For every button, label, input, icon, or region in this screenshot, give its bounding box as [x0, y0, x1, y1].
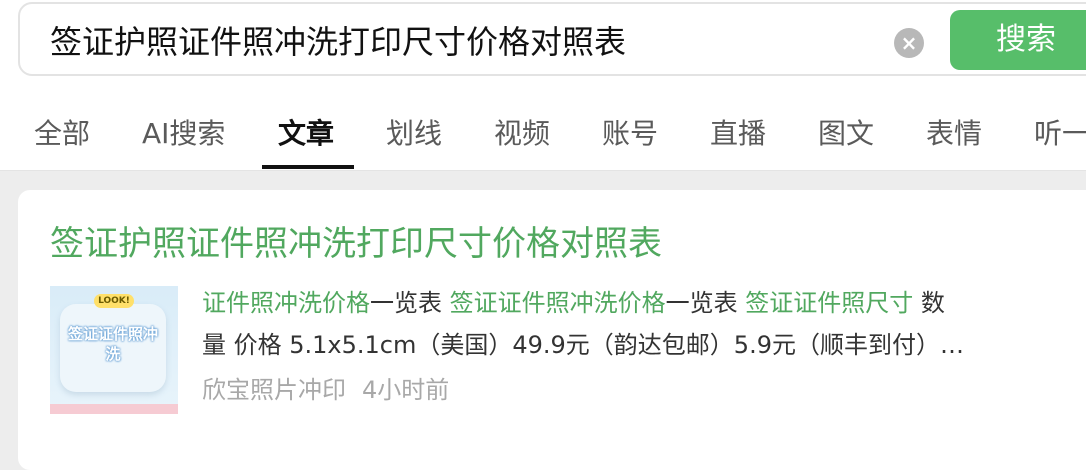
thumbnail-tag: LOOK! — [94, 294, 134, 308]
tab-all[interactable]: 全部 — [34, 114, 90, 154]
snippet-text: 一览表 — [370, 289, 450, 317]
tab-articles[interactable]: 文章 — [278, 114, 334, 154]
snippet-text: 一览表 — [665, 289, 746, 317]
tab-listen[interactable]: 听一 — [1034, 114, 1086, 154]
snippet-highlight: 签证证件照冲洗价格 — [449, 289, 666, 317]
search-header: × 搜索 — [0, 0, 1086, 96]
search-button[interactable]: 搜索 — [950, 10, 1086, 70]
snippet-line-1: 证件照冲洗价格一览表 签证证件照冲洗价格一览表 签证证件照尺寸 数 — [202, 282, 1062, 324]
active-tab-indicator — [262, 165, 354, 169]
tab-videos[interactable]: 视频 — [494, 114, 550, 154]
snippet-highlight: 签证证件照尺寸 — [745, 289, 914, 317]
result-card[interactable]: 签证护照证件照冲洗打印尺寸价格对照表 签证证件照冲洗 LOOK! 证件照冲洗价格… — [18, 190, 1086, 470]
snippet-highlight: 证件照冲洗价格 — [202, 289, 370, 317]
tab-image-text[interactable]: 图文 — [818, 114, 874, 154]
result-title[interactable]: 签证护照证件照冲洗打印尺寸价格对照表 — [50, 222, 662, 266]
result-snippet: 证件照冲洗价格一览表 签证证件照冲洗价格一览表 签证证件照尺寸 数 量 价格 5… — [202, 282, 1062, 366]
tab-ai-search[interactable]: AI搜索 — [142, 114, 225, 154]
snippet-line-2: 量 价格 5.1x5.1cm（美国）49.9元（韵达包邮）5.9元（顺丰到付）… — [202, 331, 964, 359]
thumbnail-badge-card: 签证证件照冲洗 — [60, 304, 166, 392]
thumbnail-text: 签证证件照冲洗 — [67, 325, 158, 363]
tab-accounts[interactable]: 账号 — [602, 114, 658, 154]
result-thumbnail[interactable]: 签证证件照冲洗 LOOK! — [50, 286, 178, 414]
search-box[interactable]: × — [18, 2, 1086, 76]
tab-live[interactable]: 直播 — [710, 114, 766, 154]
tab-bar: 全部 AI搜索 文章 划线 视频 账号 直播 图文 表情 听一 — [0, 96, 1086, 171]
result-time: 4小时前 — [362, 376, 450, 404]
tab-highlights[interactable]: 划线 — [386, 114, 442, 154]
search-input[interactable] — [50, 22, 870, 62]
result-meta: 欣宝照片冲印 4小时前 — [202, 370, 449, 410]
result-source[interactable]: 欣宝照片冲印 — [202, 376, 346, 404]
snippet-text: 数 — [913, 289, 945, 317]
thumbnail-bottom-strip — [50, 404, 178, 414]
tab-stickers[interactable]: 表情 — [926, 114, 982, 154]
clear-icon[interactable]: × — [894, 28, 924, 58]
